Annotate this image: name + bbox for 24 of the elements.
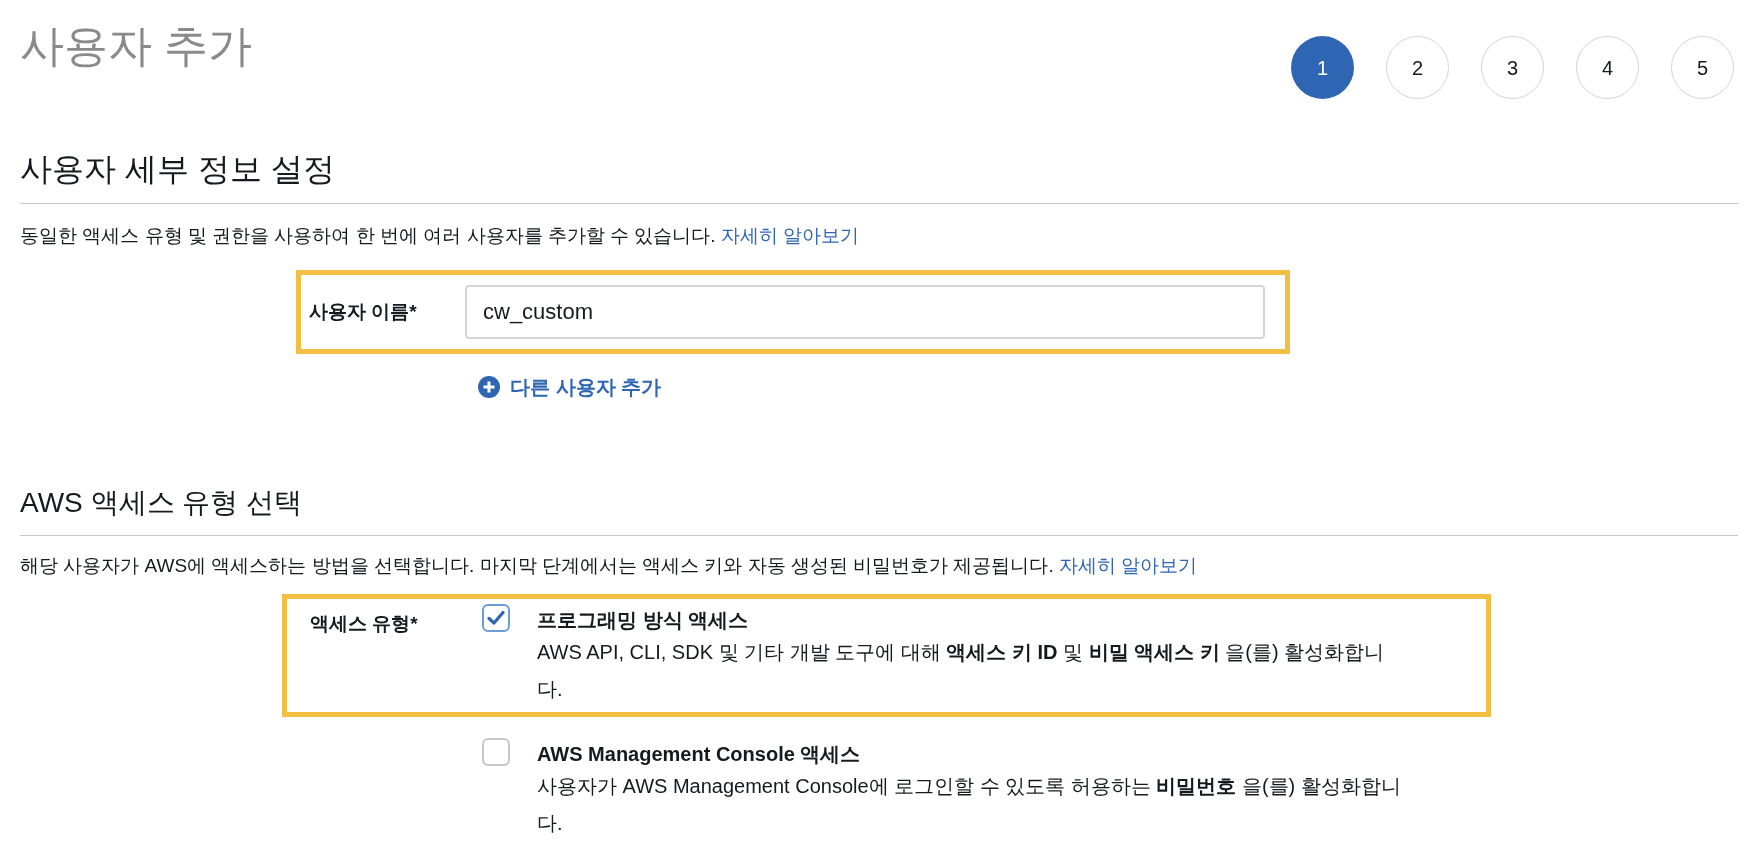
section-description: 해당 사용자가 AWS에 액세스하는 방법을 선택합니다. 마지막 단계에서는 액세스 키와 자동 생성된 비밀번호가 제공됩니다. 자세히 알아보기 — [20, 554, 1199, 578]
section-heading: 사용자 세부 정보 설정 — [20, 150, 336, 189]
checkbox[interactable] — [482, 604, 510, 632]
page-title: 사용자 추가 — [20, 20, 253, 72]
checkbox[interactable] — [482, 738, 510, 766]
option-description: AWS API, CLI, SDK 및 기타 개발 도구에 대해 액세스 키 ID 및 비밀 액세스 키 을(를) 활성화합니다. — [537, 640, 1386, 702]
step-indicator: 3 — [1481, 36, 1544, 99]
option-title: 프로그래밍 방식 액세스 — [537, 608, 750, 633]
section-description: 동일한 액세스 유형 및 권한을 사용하여 한 번에 여러 사용자를 추가할 수 있습니다. 자세히 알아보기 — [20, 224, 861, 248]
field-label: 사용자 이름* — [309, 299, 418, 324]
section-heading: AWS 액세스 유형 선택 — [20, 486, 304, 520]
option-title: AWS Management Console 액세스 — [537, 742, 862, 767]
step-indicator: 2 — [1386, 36, 1449, 99]
learn-more-link[interactable]: 자세히 알아보기 — [1059, 555, 1198, 576]
option-description: 사용자가 AWS Management Console에 로그인할 수 있도록 허용하는 비밀번호 을(를) 활성화합니다. — [537, 774, 1402, 836]
checkmark-icon — [487, 610, 505, 626]
add-user-link[interactable]: 다른 사용자 추가 — [478, 372, 662, 402]
learn-more-link[interactable]: 자세히 알아보기 — [720, 225, 860, 246]
plus-circle-icon — [478, 376, 500, 398]
step-indicator: 5 — [1671, 36, 1734, 99]
step-indicator: 1 — [1291, 36, 1354, 99]
step-indicator: 4 — [1576, 36, 1639, 99]
username-field[interactable]: cw_custom — [465, 285, 1265, 339]
field-label: 액세스 유형* — [310, 613, 418, 634]
